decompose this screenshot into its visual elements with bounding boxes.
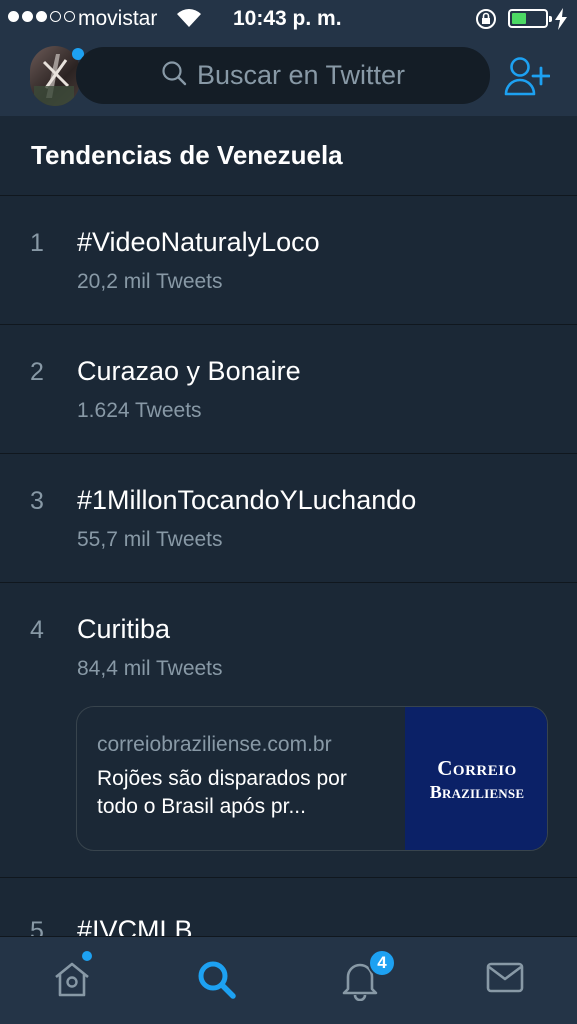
trend-rank: 3 [30,487,44,515]
search-icon [161,60,187,91]
trend-item[interactable]: 4 Curitiba 84,4 mil Tweets correiobrazil… [0,584,577,878]
trend-name: Curazao y Bonaire [77,356,301,386]
trend-name: #VideoNaturalyLoco [77,227,320,257]
wifi-icon [176,8,202,34]
search-input[interactable]: Buscar en Twitter [76,47,490,104]
page-title: Tendencias de Venezuela [0,116,577,196]
battery-icon [508,9,552,28]
card-domain: correiobraziliense.com.br [97,733,332,756]
news-card[interactable]: correiobraziliense.com.br Rojões são dis… [76,706,548,851]
trend-rank: 4 [30,616,44,644]
trend-rank: 1 [30,229,44,257]
trend-tweet-count: 1.624 Tweets [77,399,202,422]
card-thumbnail: Correio Braziliense [405,707,547,850]
tab-home[interactable] [52,959,92,1004]
trend-item[interactable]: 2 Curazao y Bonaire 1.624 Tweets [0,326,577,454]
mail-icon [486,962,524,993]
thumbnail-logo-line1: Correio [437,755,517,780]
trend-tweet-count: 55,7 mil Tweets [77,528,223,551]
bottom-tab-bar: 4 [0,936,577,1024]
clock: 10:43 p. m. [233,7,342,30]
home-new-dot [82,951,92,961]
trend-item[interactable]: 1 #VideoNaturalyLoco 20,2 mil Tweets [0,197,577,325]
thumbnail-logo-line2: Braziliense [429,781,525,802]
trend-tweet-count: 84,4 mil Tweets [77,657,223,680]
trend-item[interactable]: 5 #IVCMLB [0,879,577,939]
trend-name: Curitiba [77,614,171,644]
search-placeholder: Buscar en Twitter [196,60,406,90]
search-icon [198,961,236,999]
status-bar: movistar 10:43 p. m. [0,0,577,38]
trend-name: #1MillonTocandoYLuchando [77,485,417,515]
notifications-badge: 4 [368,949,396,977]
tab-search[interactable] [196,959,238,1006]
carrier-name: movistar [78,7,158,30]
trend-rank: 2 [30,358,44,386]
home-icon [55,962,89,997]
signal-strength-icon [8,11,75,22]
top-header: Buscar en Twitter [0,38,577,116]
rotation-lock-icon [475,8,497,36]
trend-tweet-count: 20,2 mil Tweets [77,270,223,293]
trend-item[interactable]: 3 #1MillonTocandoYLuchando 55,7 mil Twee… [0,455,577,583]
add-user-icon[interactable] [504,56,551,101]
card-headline: Rojões são disparados por todo o Brasil … [97,767,347,818]
charging-bolt-icon [555,8,567,36]
tab-messages[interactable] [485,959,525,1000]
